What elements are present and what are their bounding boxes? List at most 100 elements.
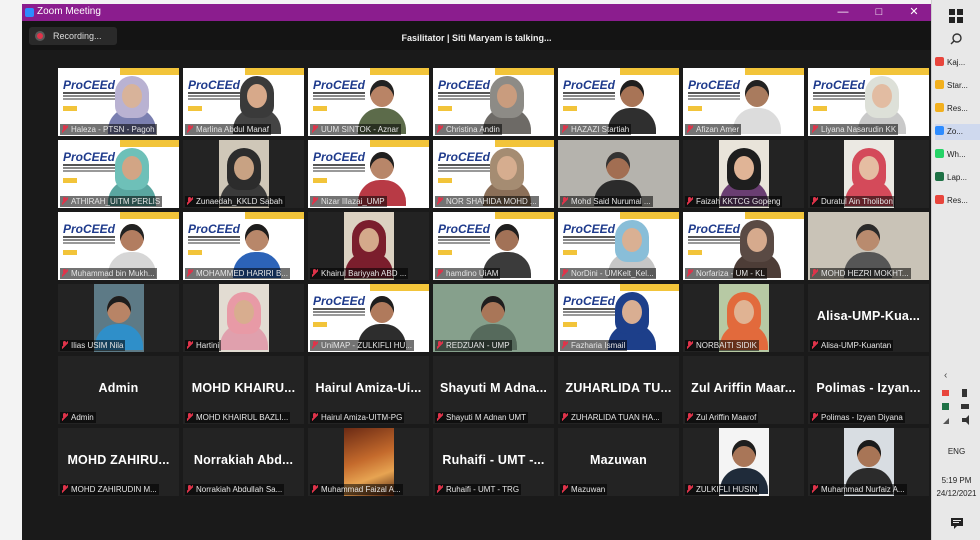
participant-tile-zunaedah-kkld-sabah[interactable]: Zunaedah_KKLD Sabah — [183, 140, 304, 208]
language-indicator[interactable]: ENG — [932, 447, 980, 456]
close-button[interactable]: ✕ — [899, 4, 929, 21]
participant-tile-muhammad-nurfaiz-a[interactable]: Muhammad Nurfaiz A... — [808, 428, 929, 496]
participant-name-label: Christina Andin — [435, 124, 502, 135]
taskbar-app-res-6[interactable]: Res... — [935, 193, 980, 209]
participant-face — [370, 80, 394, 107]
participant-name-label: Ruhaifi - UMT - TRG — [435, 484, 522, 495]
participant-name-label: UUM SINTOK - Aznar — [310, 124, 401, 135]
participant-tile-ilias-usim-nila[interactable]: Ilias USIM Nila — [58, 284, 179, 352]
participant-tile-norfariza-um-kl[interactable]: ProCEEd Norfariza - UM - KL — [683, 212, 804, 280]
window-title: Zoom Meeting — [37, 6, 101, 17]
slide-tag — [188, 106, 202, 111]
participant-face — [234, 300, 254, 324]
participant-display-name: ZUHARLIDA TU... — [565, 381, 672, 395]
participant-display-name: Zul Ariffin Maar... — [691, 381, 796, 395]
minimize-button[interactable]: — — [828, 4, 858, 21]
participant-tile-zul-ariffin-maarof[interactable]: Zul Ariffin Maar... Zul Ariffin Maarof — [683, 356, 804, 424]
participant-tile-mohd-zahirudin-m[interactable]: MOHD ZAHIRU... MOHD ZAHIRUDIN M... — [58, 428, 179, 496]
participant-name-label: Zul Ariffin Maarof — [685, 412, 759, 423]
muted-microphone-icon — [312, 485, 318, 493]
participant-tile-khairul-bariyyah-abd[interactable]: Khairul Bariyyah ABD ... — [308, 212, 429, 280]
participant-tile-nizar-illazai-ump[interactable]: ProCEEd Nizar Illazai_UMP — [308, 140, 429, 208]
muted-microphone-icon — [437, 341, 443, 349]
participant-tile-christina-andin[interactable]: ProCEEd Christina Andin — [433, 68, 554, 136]
search-icon[interactable] — [950, 32, 962, 45]
show-hidden-icons-chevron-icon[interactable]: ‹ — [944, 370, 947, 381]
slide-tag — [313, 322, 327, 327]
participant-tile-hamdino-uiam[interactable]: ProCEEd hamdino UiAM — [433, 212, 554, 280]
muted-microphone-icon — [687, 413, 693, 421]
taskbar-app-res-2[interactable]: Res... — [935, 101, 980, 117]
participant-name-label: Shayuti M Adnan UMT — [435, 412, 529, 423]
participant-tile-muhammad-bin-mukh[interactable]: ProCEEd Muhammad bin Mukh... — [58, 212, 179, 280]
taskbar-app-star-1[interactable]: Star... — [935, 78, 980, 94]
participant-name-label: Mohd Said Nurumal ... — [560, 196, 653, 207]
participant-tile-norbaiti-sidik[interactable]: NORBAITI SIDIK — [683, 284, 804, 352]
participant-name: Shayuti M Adnan UMT — [446, 413, 527, 422]
participant-name-label: MOHAMMED HARIRI B... — [185, 268, 291, 279]
participant-tile-mohammed-hariri-b[interactable]: ProCEEd MOHAMMED HARIRI B... — [183, 212, 304, 280]
participant-name: MOHD HEZRI MOKHT... — [821, 269, 909, 278]
participant-tile-haleza-ptsn-pagoh[interactable]: ProCEEd Haleza - PTSN - Pagoh — [58, 68, 179, 136]
participant-tile-nor-shahida-mohd[interactable]: ProCEEd NOR SHAHIDA MOHD ... — [433, 140, 554, 208]
participant-tile-shayuti-m-adnan-umt[interactable]: Shayuti M Adna... Shayuti M Adnan UMT — [433, 356, 554, 424]
participant-tile-muhammad-faizal-a[interactable]: Muhammad Faizal A... — [308, 428, 429, 496]
participant-tile-admin[interactable]: Admin Admin — [58, 356, 179, 424]
participant-tile-zulkifli-husin[interactable]: ZULKIFLI HUSIN — [683, 428, 804, 496]
participant-tile-nordini-umkelt-kel[interactable]: ProCEEd NorDini - UMKelt_Kel... — [558, 212, 679, 280]
notifications-icon[interactable] — [951, 516, 963, 529]
participant-display-name: MOHD KHAIRU... — [191, 381, 296, 395]
system-tray-icons[interactable] — [940, 388, 974, 425]
participant-tile-afizan-amer[interactable]: ProCEEd Afizan Amer — [683, 68, 804, 136]
participant-tile-mazuwan[interactable]: Mazuwan Mazuwan — [558, 428, 679, 496]
muted-microphone-icon — [312, 341, 318, 349]
participant-name-label: MOHD HEZRI MOKHT... — [810, 268, 911, 279]
participant-tile-norrakiah-abdullah-sa[interactable]: Norrakiah Abd... Norrakiah Abdullah Sa... — [183, 428, 304, 496]
slide-tag — [63, 250, 77, 255]
taskbar-app-icon — [935, 195, 944, 204]
muted-microphone-icon — [437, 197, 443, 205]
participant-name-label: Duratul Ain Tholibon — [810, 196, 895, 207]
taskbar-app-icon — [935, 80, 944, 89]
participant-face — [606, 152, 630, 179]
participant-name: REDZUAN - UMP — [446, 341, 510, 350]
taskbar-app-icon — [935, 172, 944, 181]
participant-tile-unimap-zulkifli-hu[interactable]: ProCEEd UniMAP - ZULKIFLI HU... — [308, 284, 429, 352]
participant-tile-mohd-said-nurumal[interactable]: Mohd Said Nurumal ... — [558, 140, 679, 208]
muted-microphone-icon — [687, 485, 693, 493]
participant-name: Norfariza - UM - KL — [696, 269, 765, 278]
participant-tile-redzuan-ump[interactable]: REDZUAN - UMP — [433, 284, 554, 352]
taskbar-app-wh-4[interactable]: Wh... — [935, 147, 980, 163]
participant-tile-uum-sintok-aznar[interactable]: ProCEEd UUM SINTOK - Aznar — [308, 68, 429, 136]
participant-tile-marlina-abdul-manaf[interactable]: ProCEEd Marlina Abdul Manaf — [183, 68, 304, 136]
participant-tile-alisa-ump-kuantan[interactable]: Alisa-UMP-Kua... Alisa-UMP-Kuantan — [808, 284, 929, 352]
participant-tile-duratul-ain-tholibon[interactable]: Duratul Ain Tholibon — [808, 140, 929, 208]
participant-tile-mohd-hezri-mokht[interactable]: MOHD HEZRI MOKHT... — [808, 212, 929, 280]
windows-start-icon[interactable] — [949, 9, 963, 23]
participant-tile-athirah-uitm-perlis[interactable]: ProCEEd ATHIRAH_UITM PERLIS — [58, 140, 179, 208]
participant-tile-hazazi-startiah[interactable]: ProCEEd HAZAZI Startiah — [558, 68, 679, 136]
participant-name: ZUHARLIDA TUAN HA... — [571, 413, 660, 422]
participant-name: Faizah KKTCG Gopeng — [696, 197, 781, 206]
participant-tile-ruhaifi-umt-trg[interactable]: Ruhaifi - UMT -... Ruhaifi - UMT - TRG — [433, 428, 554, 496]
participant-tile-polimas-izyan-diyana[interactable]: Polimas - Izyan... Polimas - Izyan Diyana — [808, 356, 929, 424]
taskbar-app-kaj-0[interactable]: Kaj... — [935, 55, 980, 71]
participant-tile-fazharia-ismail[interactable]: ProCEEd Fazharia Ismail — [558, 284, 679, 352]
maximize-button[interactable]: □ — [864, 4, 894, 21]
participant-tile-mohd-khairul-bazli[interactable]: MOHD KHAIRU... MOHD KHAIRUL BAZLI... — [183, 356, 304, 424]
participant-face — [247, 84, 267, 108]
participant-name-label: HAZAZI Startiah — [560, 124, 632, 135]
taskbar-clock-time[interactable]: 5:19 PM — [932, 476, 980, 485]
taskbar-clock-date[interactable]: 24/12/2021 — [932, 489, 980, 498]
taskbar-app-lap-5[interactable]: Lap... — [935, 170, 980, 186]
participant-tile-hairul-amiza-uitm-pg[interactable]: Hairul Amiza-Ui... Hairul Amiza-UITM-PG — [308, 356, 429, 424]
slide-tag — [63, 106, 77, 111]
taskbar-app-zo-3[interactable]: Zo... — [935, 124, 980, 140]
participant-tile-faizah-kktcg-gopeng[interactable]: Faizah KKTCG Gopeng — [683, 140, 804, 208]
participant-tile-zuharlida-tuan-ha[interactable]: ZUHARLIDA TU... ZUHARLIDA TUAN HA... — [558, 356, 679, 424]
participant-tile-hartini[interactable]: Hartini — [183, 284, 304, 352]
participant-face — [734, 300, 754, 324]
muted-microphone-icon — [312, 125, 318, 133]
participant-name: Marlina Abdul Manaf — [196, 125, 269, 134]
participant-tile-liyana-nasarudin-kk[interactable]: ProCEEd Liyana Nasarudin KK — [808, 68, 929, 136]
